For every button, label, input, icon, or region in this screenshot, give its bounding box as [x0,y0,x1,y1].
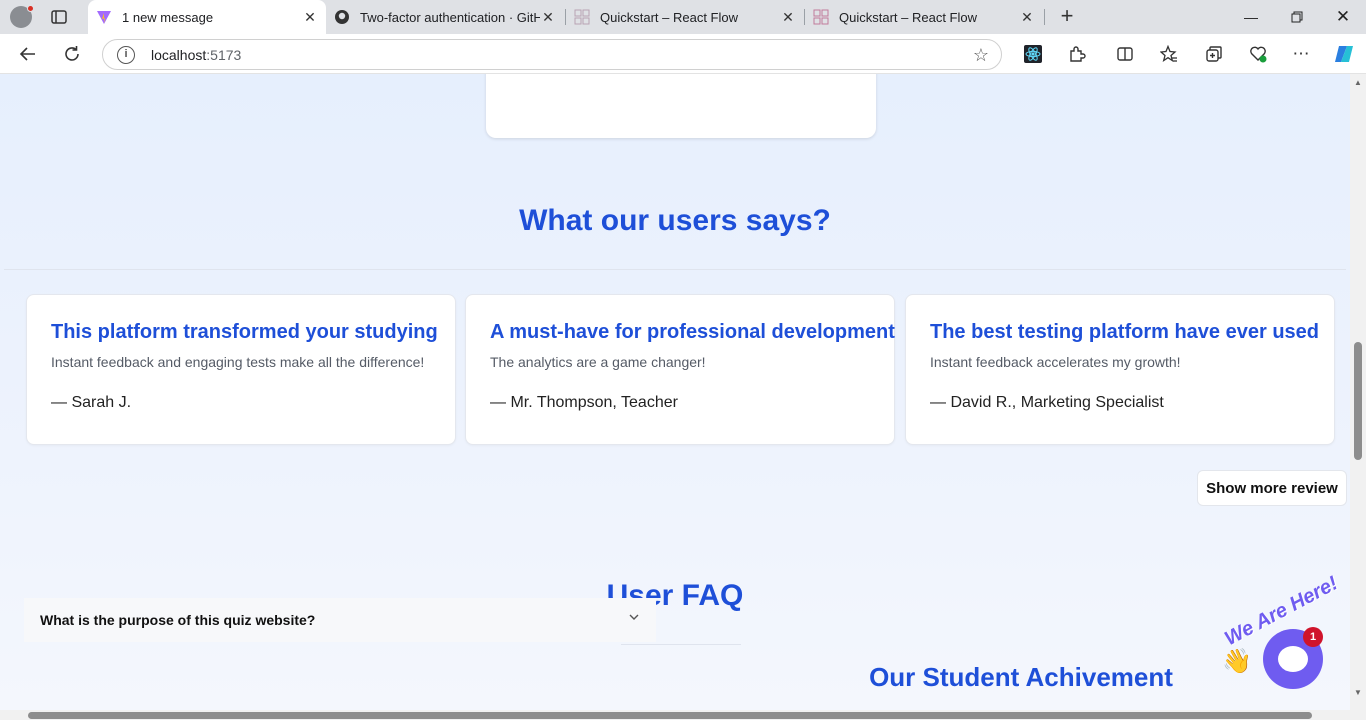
review-card: The best testing platform have ever used… [905,294,1335,445]
achievement-heading: Our Student Achivement [869,662,1173,692]
tab-title: Quickstart – React Flow [839,9,977,25]
refresh-icon[interactable] [61,43,83,65]
browser-tab-strip: 1 new message ✕ Two-factor authenticatio… [0,0,1366,34]
profile-avatar[interactable] [10,5,34,28]
tab-title: Two-factor authentication · GitHub [360,9,540,25]
tab-separator [1044,9,1045,25]
scroll-down-arrow-icon[interactable]: ▼ [1354,688,1362,697]
url-text: localhost:5173 [151,47,241,63]
review-title: The best testing platform have ever used [930,321,1319,343]
tab-title: Quickstart – React Flow [600,9,738,25]
split-screen-icon[interactable] [1114,43,1136,65]
url-host: localhost [151,46,207,63]
chat-bubble-icon [1278,646,1308,672]
favorites-icon[interactable] [1158,43,1180,65]
more-options-icon[interactable]: ⋯ [1290,43,1312,65]
feature-card [486,74,876,138]
review-text: The analytics are a game changer! [490,354,706,370]
close-icon[interactable]: ✕ [1019,9,1035,25]
review-author: — David R., Marketing Specialist [930,394,1164,411]
review-text: Instant feedback and engaging tests make… [51,354,425,370]
tab-2[interactable]: Two-factor authentication · GitHub ✕ [326,0,564,34]
close-window-icon[interactable]: ✕ [1320,0,1366,34]
react-flow-icon [813,9,829,25]
waving-hand-icon: 👋 [1222,648,1252,675]
close-icon[interactable]: ✕ [780,9,796,25]
address-bar[interactable]: i localhost:5173 ☆ [102,39,1002,70]
chevron-down-icon[interactable] [628,610,640,626]
scroll-up-arrow-icon[interactable]: ▲ [1354,78,1362,87]
browser-essentials-icon[interactable] [1247,43,1269,65]
tab-4[interactable]: Quickstart – React Flow ✕ [805,0,1043,34]
favorite-star-icon[interactable]: ☆ [973,45,989,66]
chat-launcher-button[interactable]: 1 [1263,627,1323,689]
github-icon [334,9,350,25]
vite-logo-icon [96,9,112,25]
back-arrow-icon[interactable] [17,43,39,65]
react-flow-icon [574,9,590,25]
chat-unread-badge: 1 [1303,627,1323,647]
testimonials-heading: What our users says? [519,204,831,237]
new-tab-icon[interactable]: + [1056,5,1078,28]
tab-3[interactable]: Quickstart – React Flow ✕ [566,0,804,34]
review-author: — Sarah J. [51,394,132,411]
site-info-icon[interactable]: i [117,45,135,64]
review-title: A must-have for professional development [490,321,895,343]
vertical-scrollbar[interactable]: ▲ ▼ [1350,74,1366,710]
url-port: :5173 [206,46,242,63]
vertical-scroll-thumb[interactable] [1354,342,1362,460]
tab-1[interactable]: 1 new message ✕ [88,0,326,34]
review-text: Instant feedback accelerates my growth! [930,354,1181,370]
react-devtools-icon[interactable] [1022,43,1044,65]
copilot-icon[interactable] [1333,43,1355,65]
tab-actions-icon[interactable] [50,8,68,26]
close-icon[interactable]: ✕ [540,9,556,25]
review-card: A must-have for professional development… [465,294,895,445]
minimize-icon[interactable]: — [1228,0,1274,34]
horizontal-scroll-thumb[interactable] [28,712,1312,719]
extensions-icon[interactable] [1066,43,1088,65]
tab-title: 1 new message [122,9,214,25]
review-author: — Mr. Thompson, Teacher [490,394,678,411]
section-divider [4,269,1346,270]
faq-question-item[interactable]: What is the purpose of this quiz website… [24,598,656,642]
notification-dot [27,5,34,12]
review-card: This platform transformed your studying … [26,294,456,445]
faq-question-text: What is the purpose of this quiz website… [40,612,316,628]
close-icon[interactable]: ✕ [302,9,318,25]
restore-icon[interactable] [1274,0,1320,34]
collections-icon[interactable] [1203,43,1225,65]
navigation-bar: i localhost:5173 ☆ ⋯ [0,34,1366,74]
faq-underline [621,644,741,645]
show-more-review-button[interactable]: Show more review [1197,470,1347,506]
review-title: This platform transformed your studying [51,321,438,343]
horizontal-scrollbar[interactable] [0,710,1366,720]
